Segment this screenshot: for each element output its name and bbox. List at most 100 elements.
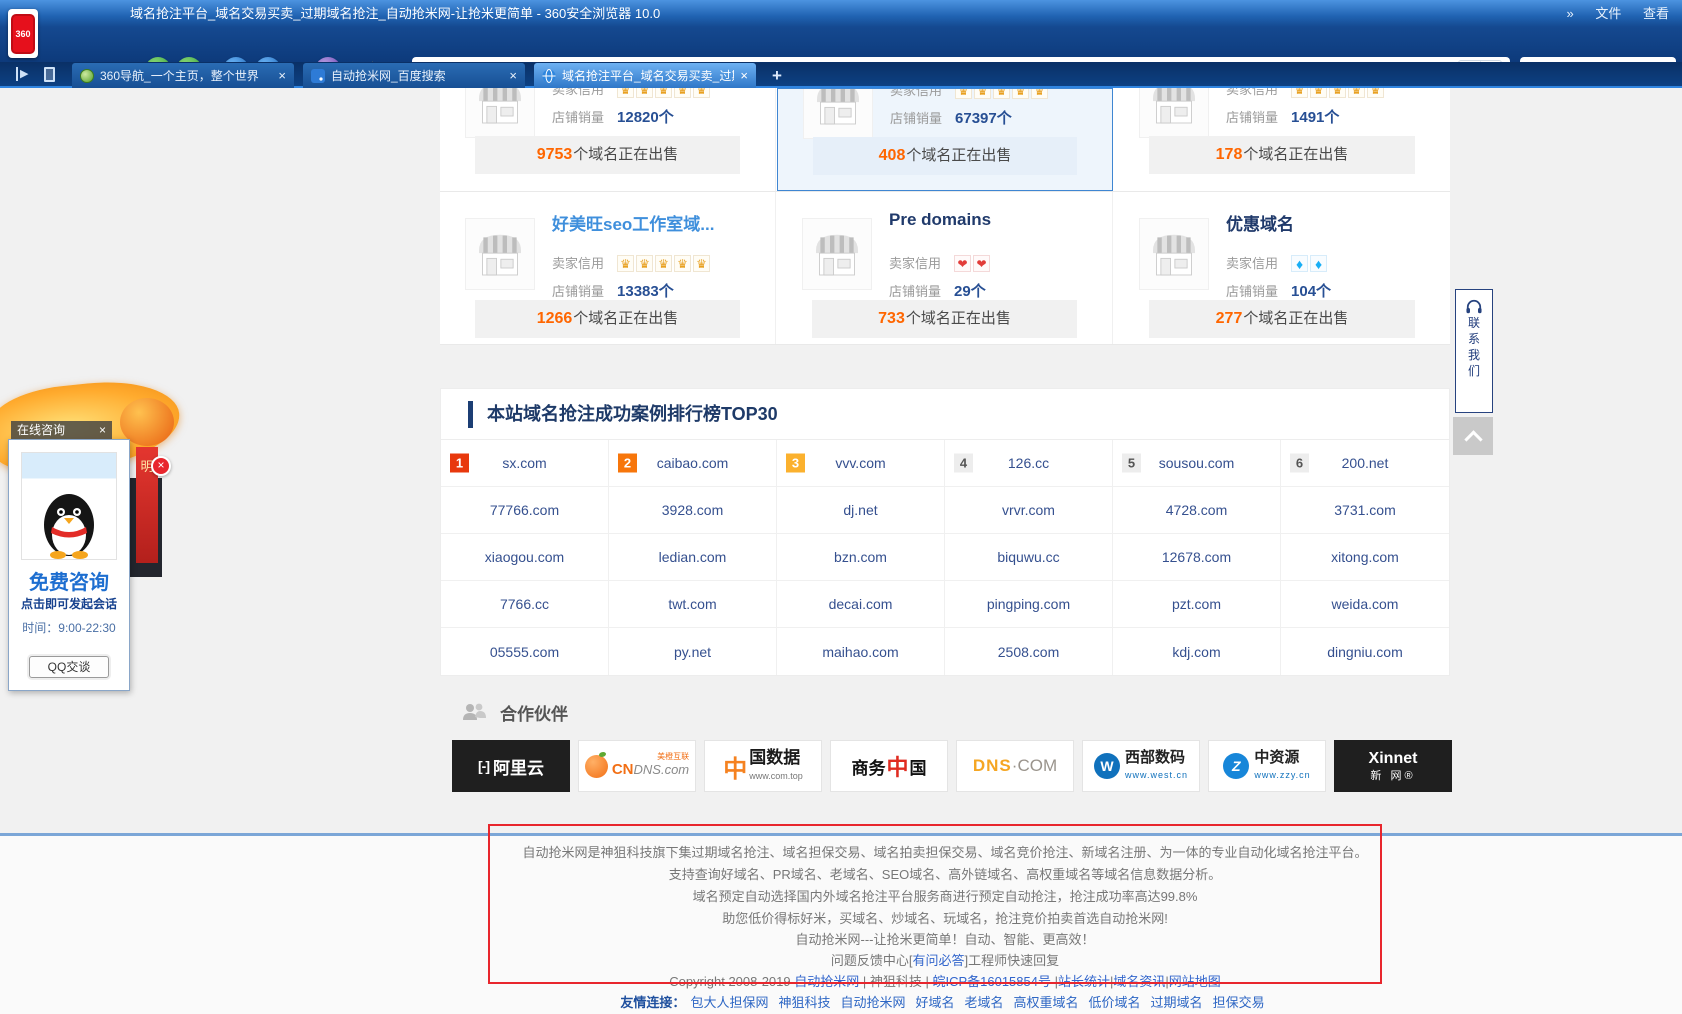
chevron-up-icon <box>1464 430 1482 448</box>
domain-cell[interactable]: twt.com <box>609 581 777 628</box>
crown-icon: ♛ <box>674 88 691 98</box>
domains-for-sale-button[interactable]: 277个域名正在出售 <box>1149 300 1415 338</box>
domains-for-sale-button[interactable]: 1266个域名正在出售 <box>475 300 740 338</box>
icp-link[interactable]: 皖ICP备16015854号 <box>932 974 1051 989</box>
domain-cell[interactable]: 4728.com <box>1113 487 1281 534</box>
domain-cell[interactable]: 7766.cc <box>441 581 609 628</box>
stats-link[interactable]: 站长统计 <box>1058 974 1110 989</box>
domain-cell[interactable]: 3928.com <box>609 487 777 534</box>
aliyun-bracket-icon: [-] <box>478 758 489 774</box>
popup-close-button[interactable]: × <box>151 456 171 476</box>
store-sales: 店铺销量12820个 <box>552 106 674 127</box>
news-link[interactable]: 域名资讯 <box>1113 974 1165 989</box>
domain-cell[interactable]: xitong.com <box>1281 534 1449 581</box>
store-name-link[interactable]: 好美旺seo工作室域... <box>552 210 714 235</box>
scroll-to-top-button[interactable] <box>1453 417 1493 455</box>
friend-link[interactable]: 过期域名 <box>1151 995 1203 1010</box>
contact-us-widget[interactable]: 联 系 我 们 <box>1455 289 1493 413</box>
domain-cell[interactable]: 4126.cc <box>945 440 1113 487</box>
domain-cell[interactable]: 1sx.com <box>441 440 609 487</box>
tab-baidu-search[interactable]: 自动抢米网_百度搜索 × <box>303 63 525 88</box>
crown-icon: ♛ <box>1031 88 1048 99</box>
domain-cell[interactable]: pingping.com <box>945 581 1113 628</box>
seller-credit: 卖家信用♛♛♛♛♛ <box>890 88 1050 100</box>
partner-logo-dnscom[interactable]: DNS ·COM <box>956 740 1074 792</box>
friend-link[interactable]: 自动抢米网 <box>840 995 905 1010</box>
menu-view[interactable]: 查看 <box>1643 6 1669 21</box>
toolbar: ← → ▾ ↻ ⌂ ▾ ↺ ▾ ★ × ♻ ⚡ ▾ ▶ <box>0 27 1682 62</box>
domain-cell[interactable]: py.net <box>609 628 777 675</box>
domain-cell[interactable]: ledian.com <box>609 534 777 581</box>
friend-link[interactable]: 包大人担保网 <box>690 995 768 1010</box>
top30-table: 1sx.com 2caibao.com 3vvv.com 4126.cc 5so… <box>441 440 1449 675</box>
store-name-link[interactable]: Pre domains <box>889 210 991 230</box>
friend-link[interactable]: 高权重域名 <box>1014 995 1079 1010</box>
domain-cell[interactable]: xiaogou.com <box>441 534 609 581</box>
domain-cell[interactable]: weida.com <box>1281 581 1449 628</box>
close-icon[interactable]: × <box>278 68 286 83</box>
domains-for-sale-button[interactable]: 733个域名正在出售 <box>812 300 1077 338</box>
domain-cell[interactable]: 3vvv.com <box>777 440 945 487</box>
domain-cell[interactable]: kdj.com <box>1113 628 1281 675</box>
menu-file[interactable]: 文件 <box>1595 6 1621 21</box>
close-icon[interactable]: × <box>740 68 748 83</box>
close-icon[interactable]: × <box>99 421 106 439</box>
browser-menu-button[interactable]: 360 <box>8 9 38 58</box>
session-restore-icon[interactable]: ▶ <box>16 67 28 81</box>
menu-overflow-icon[interactable]: » <box>1566 6 1573 21</box>
qq-chat-button[interactable]: QQ交谈 <box>29 656 109 678</box>
tab-360-nav[interactable]: 360导航_一个主页，整个世界 × <box>72 63 294 88</box>
store-name-link[interactable]: 优惠域名 <box>1226 210 1294 235</box>
partner-logo-zzy[interactable]: Z 中资源 www.zzy.cn <box>1208 740 1326 792</box>
partner-logo-cndns[interactable]: 美橙互联 CNDNS.com <box>578 740 696 792</box>
domains-for-sale-button[interactable]: 9753个域名正在出售 <box>475 136 740 174</box>
crown-icon: ♛ <box>1291 88 1308 98</box>
domain-cell[interactable]: biquwu.cc <box>945 534 1113 581</box>
domain-cell[interactable]: pzt.com <box>1113 581 1281 628</box>
domain-cell[interactable]: decai.com <box>777 581 945 628</box>
rank-badge: 5 <box>1122 454 1141 473</box>
new-tab-button[interactable]: + <box>772 66 782 86</box>
sitemap-link[interactable]: 网站地图 <box>1169 974 1221 989</box>
close-icon[interactable]: × <box>509 68 517 83</box>
shop-card[interactable]: 卖家信用♛♛♛♛♛ 店铺销量1491个 178个域名正在出售 <box>1114 88 1450 191</box>
partner-logo-aliyun[interactable]: [-] 阿里云 <box>452 740 570 792</box>
domain-cell[interactable]: vrvr.com <box>945 487 1113 534</box>
friend-link[interactable]: 担保交易 <box>1213 995 1265 1010</box>
tab-zdqmw-active[interactable]: 域名抢注平台_域名交易买卖_过期 × <box>534 63 756 88</box>
friend-link[interactable]: 好域名 <box>915 995 954 1010</box>
domain-cell[interactable]: 12678.com <box>1113 534 1281 581</box>
domain-cell[interactable]: 2508.com <box>945 628 1113 675</box>
domain-cell[interactable]: bzn.com <box>777 534 945 581</box>
shop-card[interactable]: 卖家信用♛♛♛♛♛ 店铺销量12820个 9753个域名正在出售 <box>440 88 776 191</box>
domain-cell[interactable]: dingniu.com <box>1281 628 1449 675</box>
domain-cell[interactable]: 77766.com <box>441 487 609 534</box>
domains-for-sale-button[interactable]: 408个域名正在出售 <box>813 137 1077 175</box>
partner-logo-bizcn[interactable]: 商务 中 国 <box>830 740 948 792</box>
domain-cell[interactable]: dj.net <box>777 487 945 534</box>
domain-cell[interactable]: 6200.net <box>1281 440 1449 487</box>
domains-for-sale-button[interactable]: 178个域名正在出售 <box>1149 136 1415 174</box>
domain-cell[interactable]: 5sousou.com <box>1113 440 1281 487</box>
shop-card[interactable]: 优惠域名 卖家信用♦♦ 店铺销量104个 277个域名正在出售 <box>1114 192 1450 344</box>
domain-cell[interactable]: 3731.com <box>1281 487 1449 534</box>
domain-cell[interactable]: 05555.com <box>441 628 609 675</box>
site-link[interactable]: 自动抢米网 <box>794 974 859 989</box>
domain-cell[interactable]: maihao.com <box>777 628 945 675</box>
footer-line: 自动抢米网---让抢米更简单！自动、智能、更高效！ <box>425 929 1465 950</box>
domain-cell[interactable]: 2caibao.com <box>609 440 777 487</box>
qq-consult-popup[interactable]: 免费咨询 点击即可发起会话 时间：9:00-22:30 QQ交谈 <box>8 439 130 691</box>
partner-logo-comtop[interactable]: 中 国数据 www.com.top <box>704 740 822 792</box>
shop-card-selected[interactable]: 卖家信用♛♛♛♛♛ 店铺销量67397个 408个域名正在出售 <box>777 88 1113 191</box>
tab-list-icon[interactable] <box>44 67 55 82</box>
friend-link[interactable]: 神狙科技 <box>778 995 830 1010</box>
partner-logo-xinnet[interactable]: Xinnet 新 网® <box>1334 740 1452 792</box>
shop-card[interactable]: Pre domains 卖家信用❤❤ 店铺销量29个 733个域名正在出售 <box>777 192 1113 344</box>
crown-icon: ♛ <box>617 255 634 272</box>
friend-link[interactable]: 低价域名 <box>1089 995 1141 1010</box>
top30-section: 本站域名抢注成功案例排行榜TOP30 1sx.com 2caibao.com 3… <box>440 388 1450 676</box>
feedback-link[interactable]: 有问必答 <box>912 953 964 968</box>
friend-link[interactable]: 老域名 <box>965 995 1004 1010</box>
shop-card[interactable]: 好美旺seo工作室域... 卖家信用♛♛♛♛♛ 店铺销量13383个 1266个… <box>440 192 776 344</box>
partner-logo-west[interactable]: W 西部数码 www.west.cn <box>1082 740 1200 792</box>
